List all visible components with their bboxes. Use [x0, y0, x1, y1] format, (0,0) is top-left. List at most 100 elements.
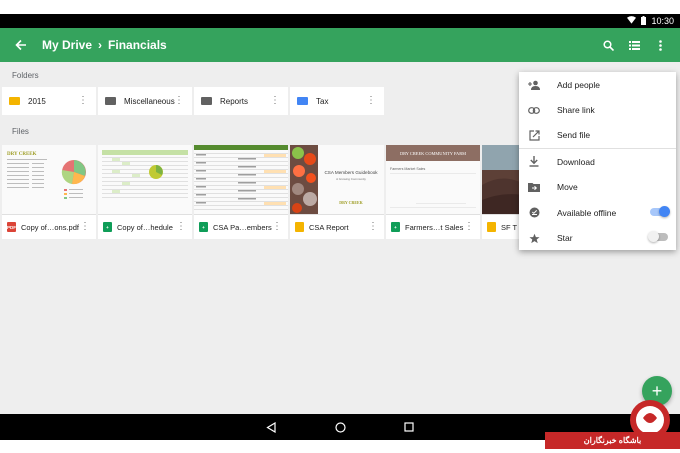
- arrow-back-icon: [15, 39, 26, 51]
- more-vert-icon[interactable]: ⋮: [176, 221, 186, 232]
- more-vert-icon[interactable]: ⋮: [270, 96, 280, 106]
- more-vert-icon[interactable]: ⋮: [80, 221, 90, 232]
- file-card-slides[interactable]: CSA Members Guidebook A Growing Communit…: [290, 145, 384, 239]
- more-vert-icon[interactable]: ⋮: [366, 96, 376, 106]
- file-label: CSA Report: [309, 222, 349, 232]
- menu-item-share-link[interactable]: Share link: [519, 97, 676, 122]
- nav-back-button[interactable]: [264, 420, 278, 434]
- watermark-logo: باشگاه خبرنگاران: [545, 398, 680, 453]
- breadcrumb-financials[interactable]: Financials: [108, 38, 167, 52]
- slides-icon: [295, 222, 304, 232]
- file-label: Farmers…t Sales: [405, 222, 464, 232]
- folder-label: Tax: [316, 96, 329, 106]
- sheets-icon: +: [199, 222, 208, 232]
- folder-grid: 2015 ⋮ Miscellaneous ⋮ Reports ⋮ Tax ⋮: [2, 87, 384, 115]
- download-icon: [528, 156, 540, 168]
- folder-item-tax[interactable]: Tax ⋮: [290, 87, 384, 115]
- list-view-icon: [628, 40, 640, 50]
- folder-item-reports[interactable]: Reports ⋮: [194, 87, 288, 115]
- overflow-menu-button[interactable]: [650, 35, 670, 55]
- folder-icon: [9, 97, 20, 105]
- back-button[interactable]: [6, 28, 36, 62]
- nav-home-icon: [334, 421, 346, 433]
- more-vert-icon[interactable]: ⋮: [78, 96, 88, 106]
- more-vert-icon[interactable]: ⋮: [174, 96, 184, 106]
- menu-item-label: Send file: [557, 130, 591, 141]
- folder-item-2015[interactable]: 2015 ⋮: [2, 87, 96, 115]
- menu-item-label: Available offline: [557, 207, 617, 218]
- menu-item-add-people[interactable]: Add people: [519, 72, 676, 97]
- file-thumbnail: DRY CREEK: [2, 145, 96, 215]
- more-vert-icon[interactable]: ⋮: [368, 221, 378, 232]
- file-card-sheet[interactable]: + CSA Pa…embers ⋮: [194, 145, 288, 239]
- file-context-menu: Add people Share link Send file Download: [519, 72, 676, 250]
- status-bar: 10:30: [0, 14, 680, 28]
- folder-label: 2015: [28, 96, 46, 106]
- file-card-pdf[interactable]: DRY CREEK PDF Copy of…ons.pdf ⋮: [2, 145, 96, 239]
- nav-back-icon: [266, 421, 276, 433]
- file-label: Copy of…ons.pdf: [21, 222, 79, 232]
- menu-item-available-offline[interactable]: Available offline: [519, 200, 676, 225]
- sheets-icon: +: [103, 222, 112, 232]
- folders-heading: Folders: [12, 71, 39, 80]
- offline-toggle[interactable]: [650, 205, 670, 217]
- menu-item-label: Share link: [557, 105, 595, 116]
- nav-recents-button[interactable]: [402, 420, 416, 434]
- toggle-knob: [659, 205, 670, 217]
- menu-item-label: Add people: [557, 79, 601, 90]
- file-thumbnail: CSA Members Guidebook A Growing Communit…: [290, 145, 384, 215]
- toggle-knob: [648, 231, 659, 243]
- status-time: 10:30: [651, 16, 674, 26]
- more-vert-icon: [658, 39, 662, 51]
- menu-item-label: Move: [557, 182, 578, 193]
- breadcrumb: My Drive › Financials: [42, 38, 167, 52]
- thumb-title: DRY CREEK COMMUNITY FARM: [400, 151, 466, 156]
- battery-icon: [641, 15, 647, 27]
- link-icon: [528, 104, 540, 116]
- app-bar: My Drive › Financials: [0, 28, 680, 62]
- nav-recents-icon: [404, 422, 414, 432]
- thumb-title: CSA Members Guidebook: [324, 170, 378, 175]
- list-view-button[interactable]: [624, 35, 644, 55]
- more-vert-icon[interactable]: ⋮: [272, 221, 282, 232]
- more-vert-icon[interactable]: ⋮: [464, 221, 474, 232]
- menu-item-send-file[interactable]: Send file: [519, 123, 676, 148]
- file-label: SF T: [501, 222, 518, 232]
- search-icon: [602, 39, 614, 51]
- file-thumbnail: [98, 145, 192, 215]
- file-thumbnail: [194, 145, 288, 215]
- move-folder-icon: [528, 181, 540, 193]
- nav-home-button[interactable]: [333, 420, 347, 434]
- file-label: CSA Pa…embers: [213, 222, 272, 232]
- add-person-icon: [528, 79, 540, 91]
- folder-label: Miscellaneous: [124, 96, 175, 106]
- thumb-title: DRY CREEK: [339, 200, 363, 205]
- breadcrumb-my-drive[interactable]: My Drive: [42, 38, 92, 52]
- thumb-title: DRY CREEK: [7, 152, 37, 157]
- thumb-subtitle: A Growing Community: [336, 177, 366, 181]
- watermark-text: باشگاه خبرنگاران: [545, 432, 680, 449]
- folder-label: Reports: [220, 96, 249, 106]
- wifi-icon: [627, 16, 637, 26]
- slides-icon: [487, 222, 496, 232]
- star-toggle[interactable]: [648, 231, 668, 243]
- search-button[interactable]: [598, 35, 618, 55]
- menu-item-star[interactable]: Star: [519, 225, 676, 250]
- menu-item-label: Download: [557, 156, 595, 167]
- send-file-icon: [528, 129, 540, 141]
- folder-item-miscellaneous[interactable]: Miscellaneous ⋮: [98, 87, 192, 115]
- menu-item-download[interactable]: Download: [519, 149, 676, 174]
- star-icon: [528, 232, 540, 244]
- menu-item-move[interactable]: Move: [519, 175, 676, 200]
- screen: 10:30 My Drive › Financials Folders File…: [0, 0, 680, 453]
- file-card-sheet[interactable]: + Copy of…hedule ⋮: [98, 145, 192, 239]
- file-thumbnail: DRY CREEK COMMUNITY FARM Farmers Market …: [386, 145, 480, 215]
- breadcrumb-separator: ›: [98, 38, 103, 52]
- pdf-icon: PDF: [7, 222, 16, 232]
- menu-item-label: Star: [557, 233, 573, 244]
- sheets-icon: +: [391, 222, 400, 232]
- offline-pin-icon: [528, 207, 540, 219]
- file-card-sheet[interactable]: DRY CREEK COMMUNITY FARM Farmers Market …: [386, 145, 480, 239]
- shared-folder-icon: [201, 97, 212, 105]
- file-label: Copy of…hedule: [117, 222, 173, 232]
